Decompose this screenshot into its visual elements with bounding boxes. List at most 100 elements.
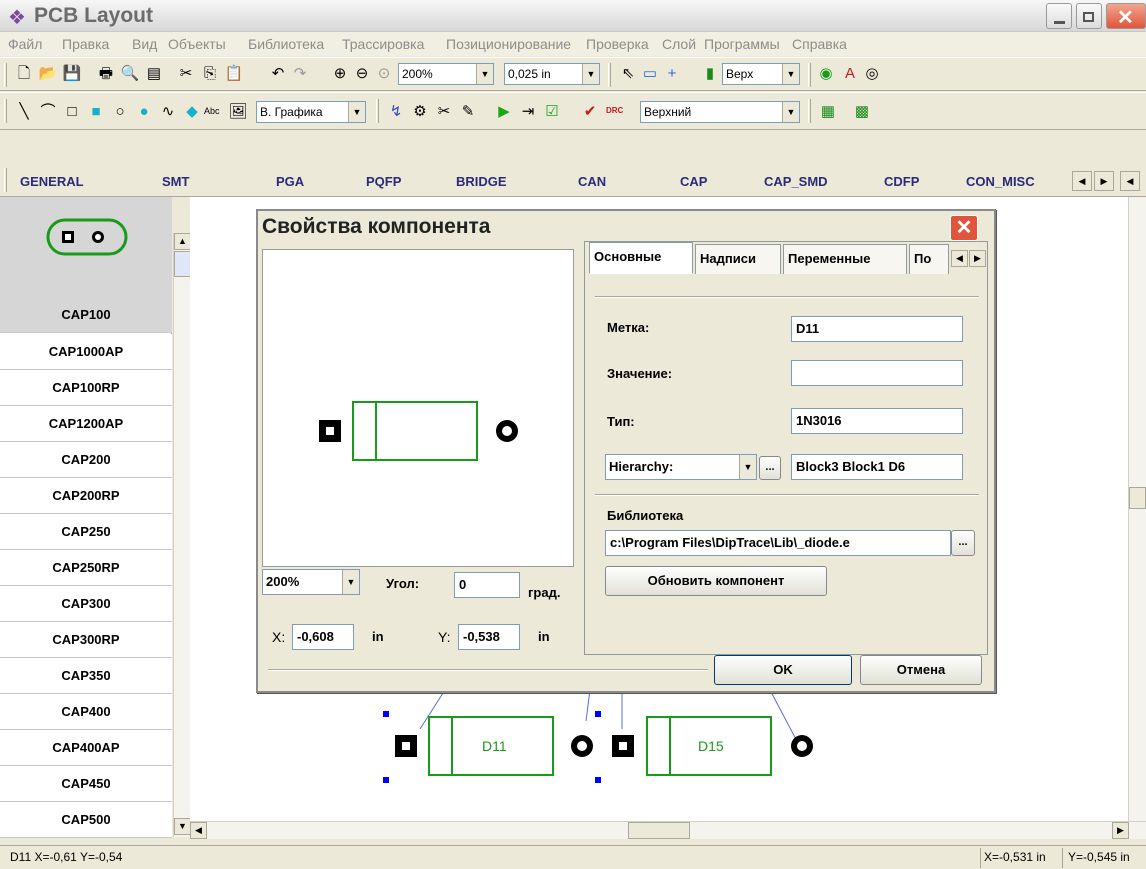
library-tab-con-misc[interactable]: CON_MISC	[966, 174, 1035, 189]
type-input[interactable]: 1N3016	[791, 408, 963, 434]
hierarchy-select[interactable]: Hierarchy: ▼	[605, 454, 757, 480]
preview-zoom-select[interactable]: 200% ▼	[262, 569, 360, 595]
zoom-in-icon[interactable]: ⊕	[330, 64, 350, 84]
library-tab-cdfp[interactable]: CDFP	[884, 174, 919, 189]
minimize-button[interactable]	[1046, 3, 1072, 29]
canvas-horizontal-scrollbar[interactable]: ◀ ▶	[190, 821, 1146, 839]
list-item[interactable]: CAP100	[0, 297, 172, 333]
dialog-close-button[interactable]: ✕	[950, 215, 978, 241]
list-item[interactable]: CAP400	[0, 694, 172, 730]
scroll-up-button[interactable]: ▲	[174, 233, 191, 250]
list-item[interactable]: CAP1000AP	[0, 334, 172, 370]
library-tab-cap[interactable]: CAP	[680, 174, 707, 189]
component-list-scrollbar[interactable]: ▲ ▼	[173, 233, 191, 837]
drc-label[interactable]: DRC	[606, 106, 623, 115]
menu-file[interactable]: Файл	[8, 36, 42, 52]
polygon-icon[interactable]: ◆	[182, 102, 202, 122]
menu-placement[interactable]: Позиционирование	[446, 36, 571, 52]
route-unroute-icon[interactable]: ✂	[434, 102, 454, 122]
cancel-button[interactable]: Отмена	[860, 655, 982, 685]
route-manual-icon[interactable]: ↯	[386, 102, 406, 122]
library-path-input[interactable]: c:\Program Files\DipTrace\Lib\_diode.e	[605, 530, 951, 556]
check-icon[interactable]: ☑	[542, 102, 562, 122]
board-icon[interactable]: ▦	[818, 102, 838, 122]
list-item[interactable]: CAP250	[0, 514, 172, 550]
via-icon[interactable]: ◉	[816, 64, 836, 84]
list-item[interactable]: CAP300RP	[0, 622, 172, 658]
canvas-vertical-scrollbar[interactable]	[1128, 197, 1146, 821]
line-icon[interactable]: ╲	[14, 102, 34, 122]
paste-icon[interactable]: 📋	[224, 64, 244, 84]
tab-scroll-right-button[interactable]: ▶	[969, 250, 986, 267]
zoom-out-icon[interactable]: ⊖	[352, 64, 372, 84]
ellipse-icon[interactable]: ○	[110, 102, 130, 122]
tab-scroll-left-button[interactable]: ◀	[951, 250, 968, 267]
library-tab-pqfp[interactable]: PQFP	[366, 174, 401, 189]
arc-icon[interactable]: ⌒	[38, 102, 58, 122]
tab-scroll-right-button[interactable]: ▶	[1094, 171, 1114, 191]
panel-icon[interactable]: ▭	[640, 64, 660, 84]
menu-layer[interactable]: Слой	[662, 36, 696, 52]
graphics-layer-select[interactable]: В. Графика ▼	[256, 101, 366, 123]
scroll-down-button[interactable]: ▼	[174, 818, 191, 835]
layers-icon[interactable]: ▩	[852, 102, 872, 122]
layer-select[interactable]: Верхний ▼	[640, 101, 800, 123]
library-tab-pga[interactable]: PGA	[276, 174, 304, 189]
menu-edit[interactable]: Правка	[62, 36, 109, 52]
rectangle-icon[interactable]: □	[62, 102, 82, 122]
ok-button[interactable]: OK	[714, 655, 852, 685]
scroll-left-button[interactable]: ◀	[190, 822, 207, 839]
library-tab-bridge[interactable]: BRIDGE	[456, 174, 507, 189]
list-item[interactable]: CAP250RP	[0, 550, 172, 586]
scroll-thumb[interactable]	[628, 822, 690, 839]
menu-programs[interactable]: Программы	[704, 36, 780, 52]
pointer-icon[interactable]: ⇖	[618, 64, 638, 84]
tab-more[interactable]: По	[909, 244, 949, 274]
menu-objects[interactable]: Объекты	[168, 36, 226, 52]
list-item[interactable]: CAP200	[0, 442, 172, 478]
print-icon[interactable]: 🖶	[96, 64, 116, 84]
image-icon[interactable]: 🖼	[228, 102, 248, 122]
x-coordinate-input[interactable]: -0,608	[292, 624, 354, 650]
list-item[interactable]: CAP1200AP	[0, 406, 172, 442]
list-item[interactable]: CAP200RP	[0, 478, 172, 514]
update-component-button[interactable]: Обновить компонент	[605, 566, 827, 596]
scroll-right-button[interactable]: ▶	[1112, 822, 1129, 839]
crosshair-icon[interactable]: +	[662, 64, 682, 84]
open-folder-icon[interactable]: 📂	[38, 64, 58, 84]
new-file-icon[interactable]: 🗋	[14, 64, 34, 84]
tab-variables[interactable]: Переменные	[783, 244, 907, 274]
library-tab-smt[interactable]: SMT	[162, 174, 189, 189]
restore-button[interactable]	[1076, 3, 1102, 29]
tab-labels[interactable]: Надписи	[695, 244, 781, 274]
play-icon[interactable]: ▶	[494, 102, 514, 122]
list-item[interactable]: CAP500	[0, 802, 172, 838]
tab-main[interactable]: Основные	[589, 242, 693, 274]
y-coordinate-input[interactable]: -0,538	[458, 624, 520, 650]
component-icon[interactable]: ▮	[700, 64, 720, 84]
scroll-thumb[interactable]	[174, 251, 191, 277]
zoom-select[interactable]: 200% ▼	[398, 63, 494, 85]
value-input[interactable]	[791, 360, 963, 386]
pad-icon[interactable]: ◎	[862, 64, 882, 84]
hierarchy-input[interactable]: Block3 Block1 D6	[791, 454, 963, 480]
side-select[interactable]: Верх ▼	[722, 63, 800, 85]
filled-rectangle-icon[interactable]: ■	[86, 102, 106, 122]
library-tab-general[interactable]: GENERAL	[20, 174, 84, 189]
copy-icon[interactable]: ⎘	[200, 64, 220, 84]
undo-icon[interactable]: ↶	[268, 64, 288, 84]
ref-input[interactable]: D11	[791, 316, 963, 342]
route-auto-icon[interactable]: ⚙	[410, 102, 430, 122]
document-icon[interactable]: ▤	[144, 64, 164, 84]
menu-library[interactable]: Библиотека	[248, 36, 324, 52]
tab-scroll-left-button[interactable]: ◀	[1072, 171, 1092, 191]
drc-icon[interactable]: ✔	[580, 102, 600, 122]
panel-collapse-button[interactable]: ◀	[1120, 171, 1140, 191]
grid-select[interactable]: 0,025 in ▼	[504, 63, 600, 85]
menu-verification[interactable]: Проверка	[586, 36, 649, 52]
scroll-thumb[interactable]	[1129, 487, 1146, 509]
filled-ellipse-icon[interactable]: ●	[134, 102, 154, 122]
angle-input[interactable]: 0	[454, 572, 520, 598]
cut-icon[interactable]: ✂	[176, 64, 196, 84]
text-icon[interactable]: Abc	[204, 106, 220, 116]
